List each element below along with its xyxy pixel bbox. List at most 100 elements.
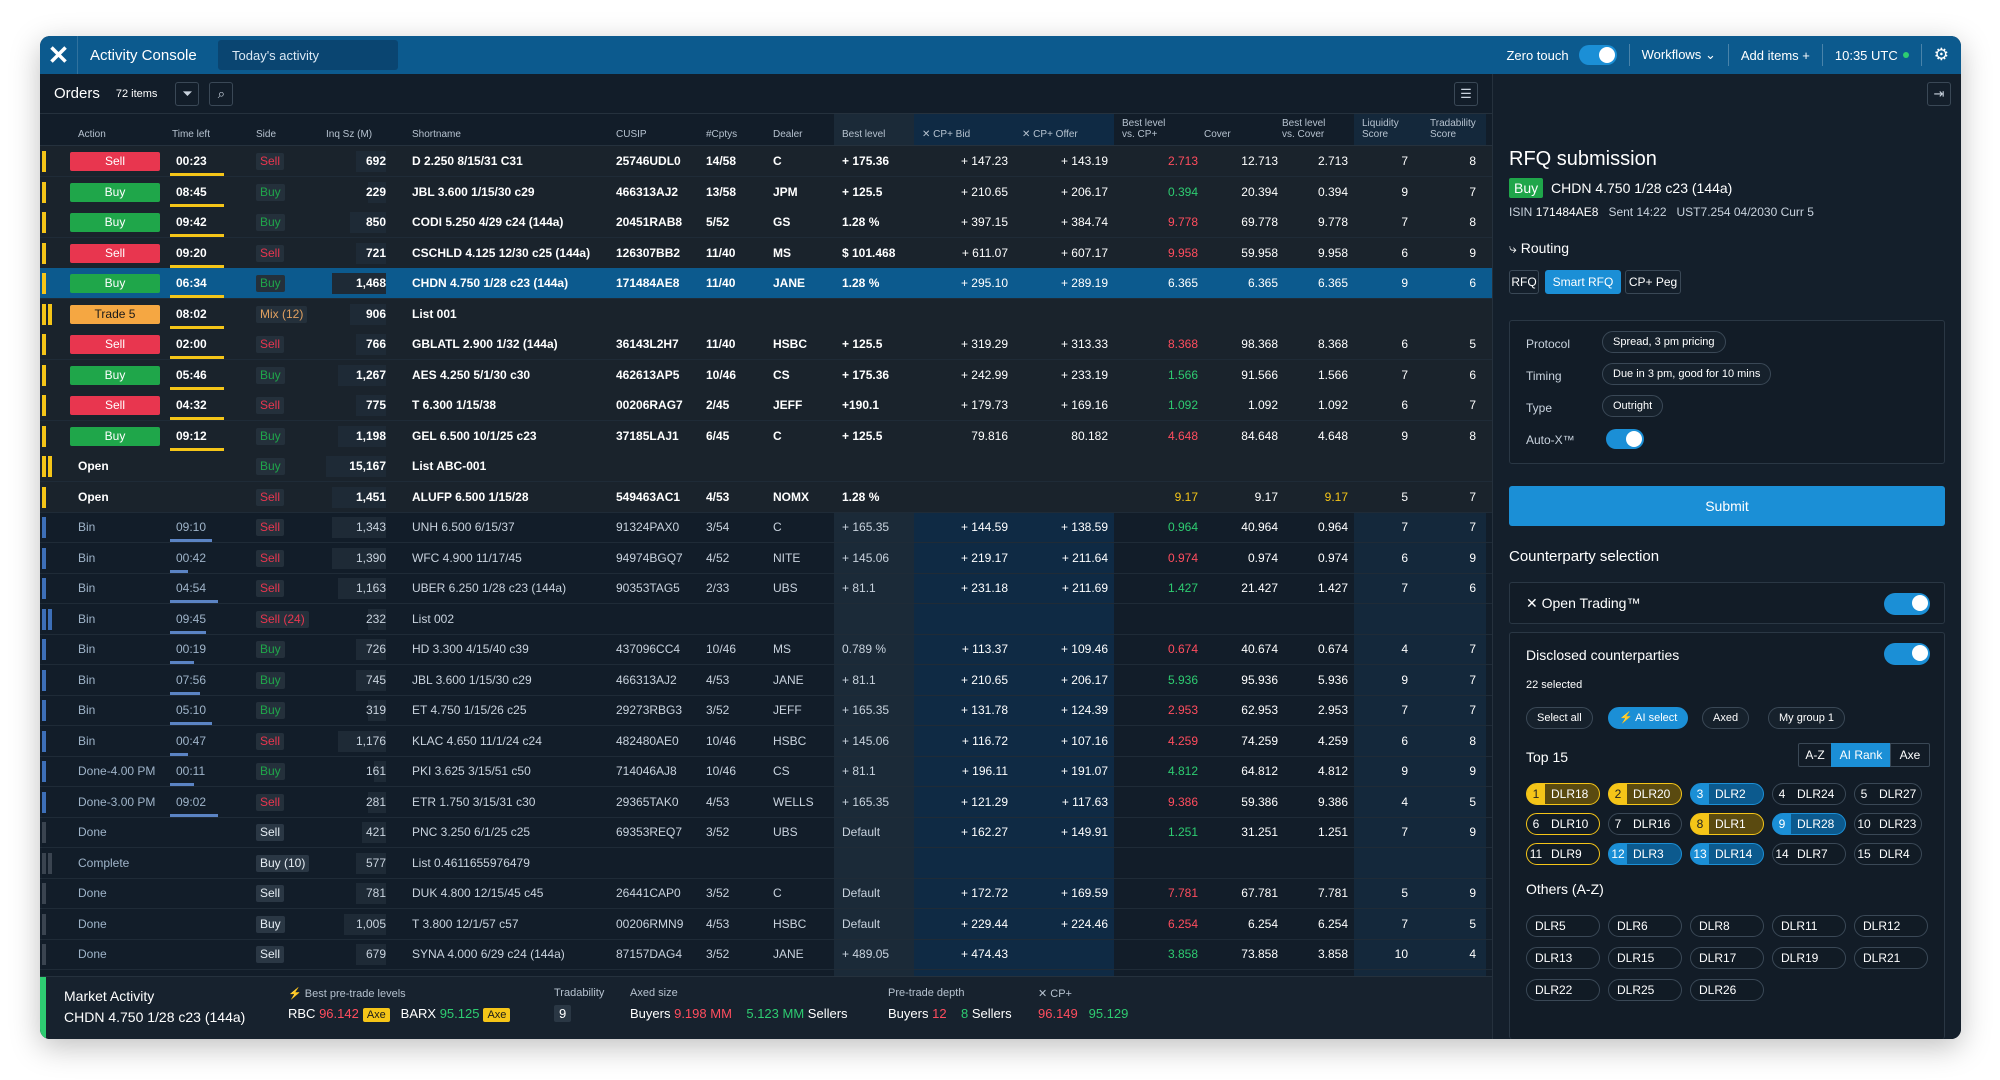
table-row[interactable]: Done-4.00 PM 00:11 Buy 161 PKI 3.625 3/15/51… <box>40 756 1492 787</box>
dealer-chip[interactable]: 12 DLR3 <box>1608 843 1682 865</box>
table-row[interactable]: Complete Buy (10) 577 List 0.4611655976479 <box>40 848 1492 879</box>
dealer-chip[interactable]: DLR11 <box>1772 915 1846 937</box>
dealer-chip[interactable]: 8 DLR1 <box>1690 813 1764 835</box>
col-shortname[interactable]: Shortname <box>412 114 461 146</box>
my-group-button[interactable]: My group 1 <box>1768 707 1846 729</box>
dealer-chip[interactable]: 15 DLR4 <box>1854 843 1922 865</box>
table-row[interactable]: Buy 08:45 Buy 229 JBL 3.600 1/15/30 c29 46631… <box>40 176 1492 208</box>
col-best-level[interactable]: Best level <box>842 114 885 146</box>
table-row[interactable]: Sell 02:00 Sell 766 GBLATL 2.900 1/32 (144a)… <box>40 329 1492 360</box>
table-row[interactable]: Sell 00:23 Sell 692 D 2.250 8/15/31 C31 25746… <box>40 146 1492 177</box>
dealer-chip[interactable]: 6 DLR10 <box>1526 813 1600 835</box>
table-row[interactable]: Bin 09:45 Sell (24) 232 List 002 <box>40 604 1492 635</box>
table-row[interactable]: Buy 06:34 Buy 1,468 CHDN 4.750 1/28 c23 (144… <box>40 268 1492 299</box>
dealer-chip[interactable]: 14 DLR7 <box>1772 843 1846 865</box>
col-best-vs-cover[interactable]: Best level vs. Cover <box>1282 114 1325 146</box>
table-row[interactable]: Done Sell 421 PNC 3.250 6/1/25 c25 69353REQ7… <box>40 817 1492 848</box>
col-cp-offer[interactable]: ✕ CP+ Offer <box>1022 114 1078 146</box>
dealer-chip[interactable]: DLR26 <box>1690 979 1764 1001</box>
action-button[interactable]: Sell <box>70 152 160 171</box>
dealer-chip[interactable]: DLR25 <box>1608 979 1682 1001</box>
table-row[interactable]: Buy 05:46 Buy 1,267 AES 4.250 5/1/30 c30 4626… <box>40 359 1492 391</box>
routing-cp-peg-button[interactable]: CP+ Peg <box>1625 270 1681 294</box>
dealer-chip[interactable]: DLR6 <box>1608 915 1682 937</box>
add-items-button[interactable]: Add items + <box>1741 48 1810 63</box>
collapse-panel-icon[interactable]: ⇥ <box>1927 82 1951 106</box>
dealer-chip[interactable]: 13 DLR14 <box>1690 843 1764 865</box>
table-row[interactable]: Open Sell 1,451 ALUFP 6.500 1/15/28 549463AC… <box>40 481 1492 513</box>
action-button[interactable]: Trade 5 <box>70 304 160 324</box>
table-row[interactable]: Bin 05:10 Buy 319 ET 4.750 1/15/26 c25 29273R… <box>40 695 1492 726</box>
table-row[interactable]: Buy 09:12 Buy 1,198 GEL 6.500 10/1/25 c23 371… <box>40 420 1492 452</box>
table-row[interactable]: Trade 5 08:02 Mix (12) 906 List 001 <box>40 298 1492 330</box>
sort-az-button[interactable]: A-Z <box>1798 743 1832 767</box>
dealer-chip[interactable]: DLR15 <box>1608 947 1682 969</box>
table-row[interactable]: Done-3.00 PM 09:02 Sell 281 ETR 1.750 3/15/3… <box>40 787 1492 818</box>
col-cusip[interactable]: CUSIP <box>616 114 647 146</box>
table-row[interactable]: Bin 09:10 Sell 1,343 UNH 6.500 6/15/37 91324P… <box>40 512 1492 543</box>
table-row[interactable]: Bin 00:47 Sell 1,176 KLAC 4.650 11/1/24 c24 4… <box>40 726 1492 757</box>
x-logo-icon[interactable]: ✕ <box>40 36 78 74</box>
dealer-chip[interactable]: DLR5 <box>1526 915 1600 937</box>
dealer-chip[interactable]: 3 DLR2 <box>1690 783 1764 805</box>
ai-select-button[interactable]: ⚡ AI select <box>1608 707 1689 729</box>
table-row[interactable]: Sell 09:20 Sell 721 CSCHLD 4.125 12/30 c25 (… <box>40 237 1492 269</box>
activity-selector[interactable]: Today's activity <box>218 40 398 70</box>
table-row[interactable]: Bin 07:56 Buy 745 JBL 3.600 1/15/30 c29 46631… <box>40 665 1492 696</box>
dealer-chip[interactable]: DLR22 <box>1526 979 1600 1001</box>
submit-button[interactable]: Submit <box>1509 486 1945 526</box>
type-value[interactable]: Outright <box>1602 395 1664 417</box>
col-best-vs-cp[interactable]: Best level vs. CP+ <box>1122 114 1165 146</box>
dealer-chip[interactable]: 5 DLR27 <box>1854 783 1922 805</box>
action-button[interactable]: Sell <box>70 396 160 415</box>
filter-icon[interactable]: ⏷ <box>175 81 200 106</box>
action-button[interactable]: Buy <box>70 365 160 385</box>
action-button[interactable]: Buy <box>70 274 160 293</box>
routing-rfq-button[interactable]: RFQ <box>1509 270 1539 294</box>
dealer-chip[interactable]: DLR8 <box>1690 915 1764 937</box>
timing-value[interactable]: Due in 3 pm, good for 10 mins <box>1602 363 1772 385</box>
dealer-chip[interactable]: DLR21 <box>1854 947 1928 969</box>
table-row[interactable]: Bin 04:54 Sell 1,163 UBER 6.250 1/28 c23 (14… <box>40 573 1492 604</box>
sort-axe-button[interactable]: Axe <box>1890 743 1930 767</box>
dealer-chip[interactable]: 2 DLR20 <box>1608 783 1682 805</box>
dealer-chip[interactable]: 10 DLR23 <box>1854 813 1922 835</box>
protocol-value[interactable]: Spread, 3 pm pricing <box>1602 331 1726 353</box>
dealer-chip[interactable]: 7 DLR16 <box>1608 813 1682 835</box>
axed-button[interactable]: Axed <box>1702 707 1750 729</box>
menu-icon[interactable]: ☰ <box>1454 81 1478 106</box>
dealer-chip[interactable]: DLR19 <box>1772 947 1846 969</box>
table-row[interactable]: Open Buy 15,167 List ABC-001 <box>40 451 1492 482</box>
sort-ai-rank-button[interactable]: AI Rank <box>1831 743 1891 767</box>
table-row[interactable]: Bin 00:42 Sell 1,390 WFC 4.900 11/17/45 94974… <box>40 543 1492 574</box>
action-button[interactable]: Sell <box>70 243 160 263</box>
col-cp-bid[interactable]: ✕ CP+ Bid <box>922 114 970 146</box>
col-side[interactable]: Side <box>256 114 276 146</box>
action-button[interactable]: Buy <box>70 213 160 232</box>
search-icon[interactable]: ⌕ <box>209 81 234 106</box>
action-button[interactable]: Buy <box>70 426 160 446</box>
workflows-menu[interactable]: Workflows ⌄ <box>1642 47 1716 63</box>
dealer-chip[interactable]: 1 DLR18 <box>1526 783 1600 805</box>
col-liquidity[interactable]: Liquidity Score <box>1362 114 1399 146</box>
col-action[interactable]: Action <box>78 114 106 146</box>
select-all-button[interactable]: Select all <box>1526 707 1593 729</box>
table-row[interactable]: Buy 09:42 Buy 850 CODI 5.250 4/29 c24 (144a)… <box>40 207 1492 238</box>
col-inq-size[interactable]: Inq Sz (M) <box>326 114 372 146</box>
table-row[interactable]: Sell 04:32 Sell 775 T 6.300 1/15/38 00206RAG7… <box>40 390 1492 421</box>
dealer-chip[interactable]: DLR17 <box>1690 947 1764 969</box>
action-button[interactable]: Sell <box>70 335 160 354</box>
col-time-left[interactable]: Time left <box>172 114 210 146</box>
dealer-chip[interactable]: DLR13 <box>1526 947 1600 969</box>
table-row[interactable]: Bin 00:19 Buy 726 HD 3.300 4/15/40 c39 437096… <box>40 634 1492 665</box>
dealer-chip[interactable]: 4 DLR24 <box>1772 783 1846 805</box>
routing-smart-rfq-button[interactable]: Smart RFQ <box>1545 270 1621 294</box>
open-trading-toggle[interactable] <box>1884 593 1930 615</box>
col-cover[interactable]: Cover <box>1204 114 1231 146</box>
dealer-chip[interactable]: DLR12 <box>1854 915 1928 937</box>
action-button[interactable]: Buy <box>70 182 160 202</box>
autox-toggle[interactable] <box>1606 429 1644 449</box>
col-cptys[interactable]: #Cptys <box>706 114 737 146</box>
zero-touch-toggle[interactable] <box>1578 45 1617 65</box>
col-dealer[interactable]: Dealer <box>773 114 802 146</box>
